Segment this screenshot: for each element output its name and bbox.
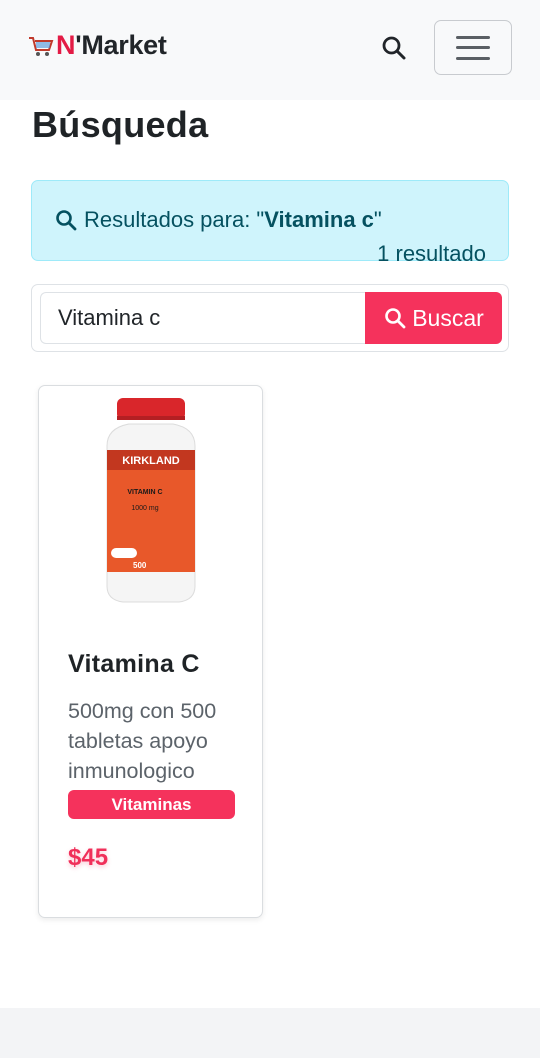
brand-logo[interactable]: N 'Market bbox=[28, 30, 167, 61]
results-alert: Resultados para: " Vitamina c " 1 resultad… bbox=[31, 180, 509, 266]
brand-n: N bbox=[56, 30, 76, 60]
product-image-brand: KIRKLAND bbox=[122, 455, 179, 467]
product-price: $45 bbox=[68, 844, 109, 871]
search-icon bbox=[385, 308, 406, 329]
page-title: Búsqueda bbox=[32, 104, 209, 145]
cart-icon bbox=[29, 36, 54, 56]
product-image: KIRKLAND VITAMIN C 1000 mg 500 bbox=[106, 398, 196, 603]
product-name[interactable]: Vitamina C bbox=[68, 650, 200, 679]
menu-toggle-button[interactable] bbox=[434, 20, 512, 75]
search-icon[interactable] bbox=[380, 34, 408, 62]
product-image-product: VITAMIN C bbox=[127, 489, 162, 496]
search-form: Buscar bbox=[31, 284, 509, 352]
search-button-label: Buscar bbox=[412, 304, 484, 331]
hamburger-icon bbox=[456, 35, 490, 60]
results-query: Vitamina c bbox=[264, 207, 374, 232]
category-badge: Vitaminas bbox=[68, 790, 235, 819]
product-image-count: 500 bbox=[133, 561, 147, 570]
search-icon bbox=[56, 210, 77, 231]
results-line: Resultados para: " Vitamina c " bbox=[54, 207, 382, 233]
search-input[interactable] bbox=[40, 292, 365, 344]
product-card[interactable]: KIRKLAND VITAMIN C 1000 mg 500 Vitamina … bbox=[38, 385, 263, 918]
results-suffix: " bbox=[373, 207, 382, 232]
navbar: N 'Market bbox=[0, 0, 540, 100]
product-image-dose: 1000 mg bbox=[131, 505, 158, 512]
results-count: 1 resultado bbox=[377, 241, 486, 266]
search-button[interactable]: Buscar bbox=[365, 292, 502, 344]
brand-name: 'Market bbox=[75, 30, 167, 60]
footer bbox=[0, 1008, 540, 1058]
product-description: 500mg con 500 tabletas apoyo inmunologic… bbox=[68, 699, 217, 783]
results-prefix: Resultados para: " bbox=[84, 207, 265, 232]
